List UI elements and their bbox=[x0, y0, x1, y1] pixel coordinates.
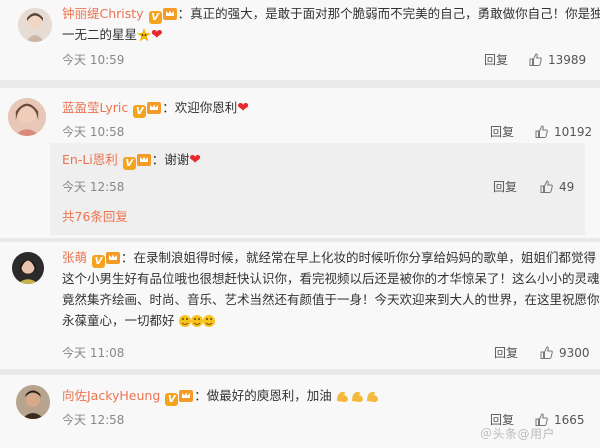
watermark: ＠头条@用户 bbox=[480, 427, 556, 441]
username-link[interactable]: 张萌 bbox=[62, 250, 87, 265]
vip-v-badge-icon: V bbox=[92, 255, 105, 268]
vip-v-badge-icon: V bbox=[122, 157, 136, 170]
comment-body: 欢迎你恩利 bbox=[174, 100, 238, 115]
comment-body: 一无二的星星 bbox=[62, 27, 138, 42]
vip-v-badge-icon: V bbox=[133, 105, 147, 118]
more-replies-link[interactable]: 共76条回复 bbox=[62, 206, 128, 228]
reply-button[interactable]: 回复 bbox=[494, 345, 518, 361]
heart-emoji-icon: ❤ bbox=[151, 27, 163, 43]
like-button[interactable]: 13989 bbox=[529, 52, 586, 68]
reply-button[interactable]: 回复 bbox=[484, 52, 508, 68]
muscle-emoji-icon bbox=[336, 388, 382, 410]
like-count: 1665 bbox=[554, 413, 585, 427]
comment-body: 永葆童心，一切都好 bbox=[62, 313, 175, 328]
username-link[interactable]: 钟丽缇Christy bbox=[62, 6, 144, 21]
reply-button[interactable]: 回复 bbox=[490, 124, 514, 140]
reply-username-link[interactable]: En-Li恩利 bbox=[62, 152, 118, 167]
username-link[interactable]: 向佐JackyHeung bbox=[62, 388, 160, 403]
reply-button[interactable]: 回复 bbox=[493, 179, 517, 195]
comment-text-cont: 永葆童心，一切都好 bbox=[62, 310, 215, 335]
comment-body: 这个小男生好有品位哦也很想赶快认识你，看完视频以后还是被你的才华惊呆了！这么小小… bbox=[62, 271, 600, 286]
avatar[interactable] bbox=[8, 98, 46, 136]
vip-v-badge-icon: V bbox=[148, 11, 162, 24]
reply-text: En-Li恩利 V ：谢谢❤ bbox=[62, 152, 202, 170]
like-count: 9300 bbox=[559, 346, 590, 360]
crown-badge-icon bbox=[106, 251, 120, 264]
reply-timestamp: 今天 12:58 bbox=[62, 180, 125, 194]
comment-body: 做最好的庾恩利，加油 bbox=[206, 388, 332, 403]
thumbs-up-icon bbox=[540, 346, 553, 359]
comment-card: 钟丽缇Christy V ：真正的强大，是敢于面对那个脆弱而不完美的自己，勇敢做你… bbox=[0, 0, 600, 80]
like-button[interactable]: 9300 bbox=[540, 345, 590, 361]
heart-emoji-icon: ❤ bbox=[237, 100, 249, 116]
like-count: 10192 bbox=[554, 125, 593, 139]
timestamp: 今天 11:08 bbox=[62, 346, 125, 360]
comment-text: 向佐JackyHeung V ：做最好的庾恩利，加油 bbox=[62, 385, 382, 410]
reply-body: 谢谢 bbox=[164, 152, 190, 167]
crown-badge-icon bbox=[136, 153, 151, 166]
comment-text: 蓝盈莹Lyric V ：欢迎你恩利❤ bbox=[62, 100, 249, 118]
comment-text-cont: 竟然集齐绘画、时尚、音乐、艺术当然还有颜值于一身！今天欢迎来到大人的世界，在这里… bbox=[62, 289, 600, 311]
comment-body: 真正的强大，是敢于面对那个脆弱而不完美的自己，勇敢做你自己！你是独 bbox=[190, 6, 600, 21]
thumbs-up-icon bbox=[540, 180, 553, 193]
reply-thread: En-Li恩利 V ：谢谢❤ 今天 12:58 回复 49 共76条回复 bbox=[50, 143, 585, 235]
like-button[interactable]: 49 bbox=[540, 179, 574, 195]
like-count: 13989 bbox=[548, 53, 587, 67]
comment-text-cont: 一无二的星星 ❤ bbox=[62, 24, 163, 49]
thumbs-up-icon bbox=[529, 53, 542, 66]
comment-card: 张萌 V ：在录制浪姐得时候，就经常在早上化妆的时候听你分享给妈妈的歌单，姐姐们都… bbox=[0, 242, 600, 369]
avatar[interactable] bbox=[16, 385, 50, 419]
avatar[interactable] bbox=[12, 252, 44, 284]
crown-badge-icon bbox=[147, 101, 162, 114]
timestamp: 今天 12:58 bbox=[62, 413, 125, 427]
timestamp: 今天 10:59 bbox=[62, 53, 125, 67]
heart-emoji-icon: ❤ bbox=[189, 152, 202, 168]
crown-badge-icon bbox=[162, 7, 177, 20]
celebrate-emoji-icon bbox=[178, 313, 215, 335]
like-button[interactable]: 10192 bbox=[535, 124, 592, 140]
comment-body: 竟然集齐绘画、时尚、音乐、艺术当然还有颜值于一身！今天欢迎来到大人的世界，在这里… bbox=[62, 292, 600, 307]
comment-body: 在录制浪姐得时候，就经常在早上化妆的时候听你分享给妈妈的歌单，姐姐们都觉得 bbox=[133, 250, 597, 265]
comment-text-cont: 这个小男生好有品位哦也很想赶快认识你，看完视频以后还是被你的才华惊呆了！这么小小… bbox=[62, 268, 600, 290]
timestamp: 今天 10:58 bbox=[62, 125, 125, 139]
star-emoji-icon bbox=[137, 27, 152, 49]
vip-v-badge-icon: V bbox=[165, 393, 179, 406]
thumbs-up-icon bbox=[535, 125, 548, 138]
avatar[interactable] bbox=[18, 8, 52, 42]
like-count: 49 bbox=[559, 180, 575, 194]
username-link[interactable]: 蓝盈莹Lyric bbox=[62, 100, 128, 115]
crown-badge-icon bbox=[179, 389, 194, 402]
